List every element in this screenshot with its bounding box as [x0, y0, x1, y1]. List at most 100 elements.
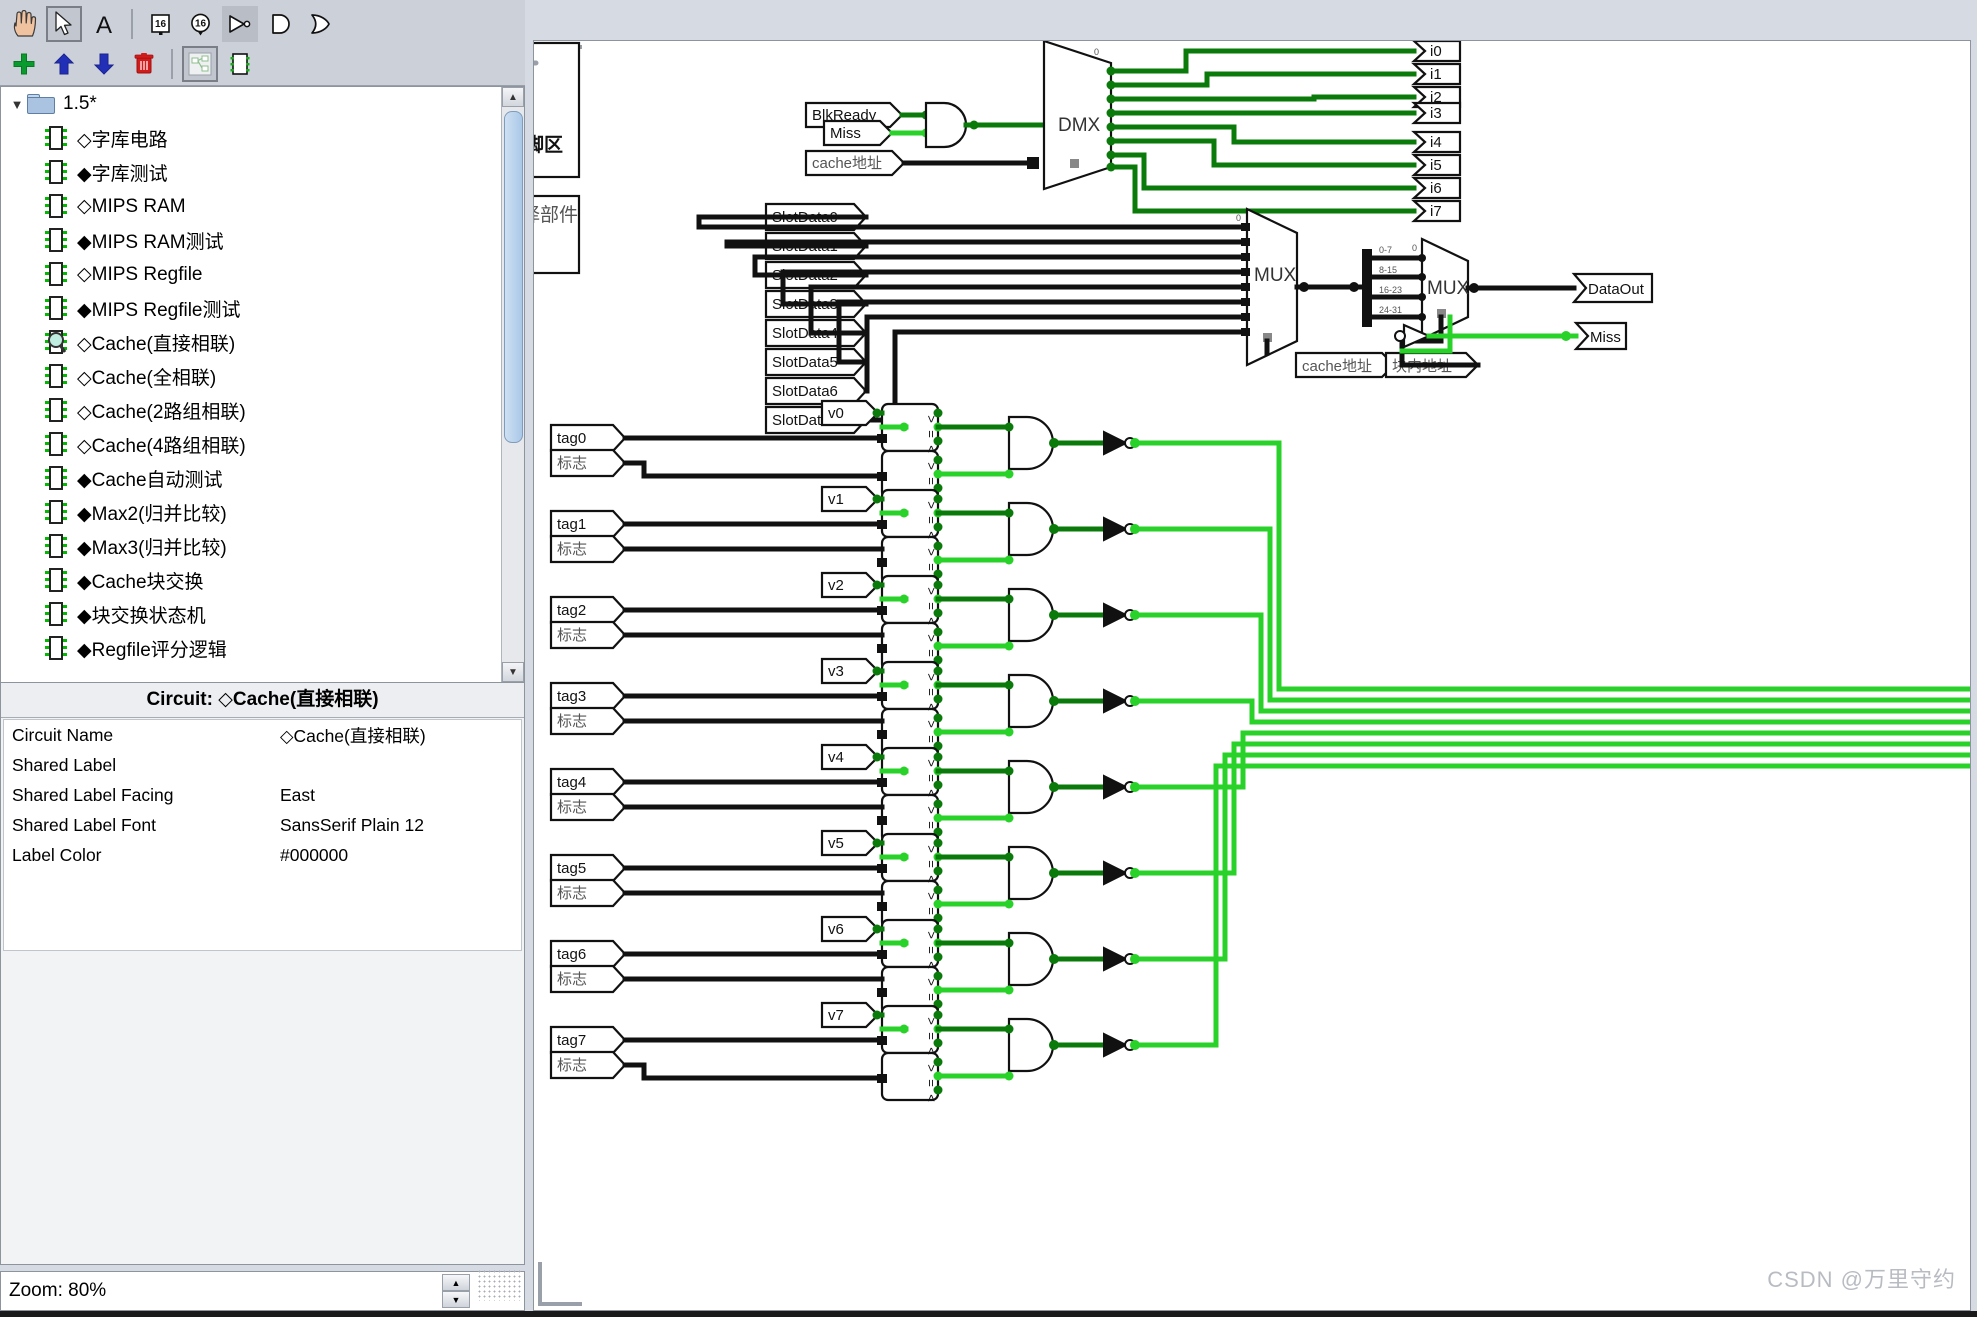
not-gate-tool-button[interactable]: [222, 6, 258, 42]
comparator-row-7[interactable]: v71tag7标志>>==<<: [551, 1003, 1140, 1102]
tree-root-node[interactable]: ▼ 1.5*: [1, 87, 502, 121]
pin-v5[interactable]: v5: [822, 831, 878, 855]
pin-tag7[interactable]: tag7: [551, 1027, 625, 1053]
pin-flag-4[interactable]: 标志: [551, 794, 625, 820]
pin-v0[interactable]: v0: [822, 401, 878, 425]
and-gate-6[interactable]: [1009, 933, 1053, 985]
pin-v6[interactable]: v6: [822, 917, 878, 941]
and-gate-0[interactable]: [1009, 417, 1053, 469]
tree-item[interactable]: ◇Cache(全相联): [1, 359, 502, 393]
tree-item[interactable]: ◆MIPS Regfile测试: [1, 291, 502, 325]
pin-v2[interactable]: v2: [822, 573, 878, 597]
and-gate-4[interactable]: [1009, 761, 1053, 813]
zoom-increase-button[interactable]: ▲: [442, 1274, 470, 1291]
tree-item[interactable]: ◆字库测试: [1, 155, 502, 189]
not-gate-2[interactable]: [1104, 604, 1126, 626]
comparator-lower-7[interactable]: [882, 1053, 938, 1100]
pin-flag-6[interactable]: 标志: [551, 966, 625, 992]
pin-flag-2[interactable]: 标志: [551, 622, 625, 648]
tree-item[interactable]: ◆Cache块交换: [1, 563, 502, 597]
attribute-row[interactable]: Shared Label: [4, 750, 521, 780]
scrollbar-thumb[interactable]: [504, 111, 523, 443]
pin-tag3[interactable]: tag3: [551, 683, 625, 709]
not-gate-3[interactable]: [1104, 690, 1126, 712]
bit-splitter[interactable]: 0-7 8-15 16-23 24-31: [1362, 245, 1422, 327]
pin-tag6[interactable]: tag6: [551, 941, 625, 967]
attribute-row[interactable]: Shared Label FontSansSerif Plain 12: [4, 810, 521, 840]
not-gate-1[interactable]: [1104, 518, 1126, 540]
tree-item[interactable]: ◇MIPS Regfile: [1, 257, 502, 291]
input-pin-tool-button[interactable]: 16: [142, 6, 178, 42]
circuit-diagram[interactable]: .wL{stroke:#0a7a0a;stroke-width:5;fill:n…: [534, 41, 1971, 1311]
move-up-button[interactable]: [46, 46, 82, 82]
pin-cache-addr-top[interactable]: cache地址: [806, 151, 904, 175]
and-gate-top[interactable]: [926, 103, 966, 147]
circuit-canvas[interactable]: .wL{stroke:#0a7a0a;stroke-width:5;fill:n…: [533, 40, 1971, 1311]
not-gate-0[interactable]: [1104, 432, 1126, 454]
scroll-down-button[interactable]: ▼: [502, 662, 524, 682]
not-gate-7[interactable]: [1104, 1034, 1126, 1056]
delete-circuit-button[interactable]: [126, 46, 162, 82]
expand-caret-icon[interactable]: ▼: [7, 97, 27, 112]
tree-item[interactable]: ◆块交换状态机: [1, 597, 502, 631]
and-gate-2[interactable]: [1009, 589, 1053, 641]
attribute-value[interactable]: ◇Cache(直接相联): [280, 723, 521, 748]
pin-cache-addr-mux[interactable]: cache地址: [1296, 353, 1394, 377]
edit-circuit-layout-button[interactable]: [222, 46, 258, 82]
pin-flag-3[interactable]: 标志: [551, 708, 625, 734]
zoom-decrease-button[interactable]: ▼: [442, 1291, 470, 1308]
pin-v7[interactable]: v7: [822, 1003, 878, 1027]
pin-flag-7[interactable]: 标志: [551, 1052, 625, 1078]
resize-grip[interactable]: [477, 1269, 521, 1301]
move-down-button[interactable]: [86, 46, 122, 82]
demux-dmx[interactable]: DMX 0: [1044, 41, 1111, 189]
pin-miss-in[interactable]: Miss: [824, 121, 892, 145]
select-tool-button[interactable]: [46, 6, 82, 42]
tree-item[interactable]: ◇Cache(2路组相联): [1, 393, 502, 427]
hit-mux-section[interactable]: MUX 0 Miss cache地址: [1135, 443, 1971, 1045]
circuit-tree[interactable]: ▼ 1.5* ◇字库电路◆字库测试◇MIPS RAM◆MIPS RAM测试◇MI…: [1, 87, 502, 682]
text-tool-button[interactable]: A: [86, 6, 122, 42]
pin-v1[interactable]: v1: [822, 487, 878, 511]
attribute-row[interactable]: Label Color#000000: [4, 840, 521, 870]
explorer-scrollbar[interactable]: ▲ ▼: [501, 87, 524, 682]
pin-tag4[interactable]: tag4: [551, 769, 625, 795]
add-circuit-button[interactable]: [6, 46, 42, 82]
edit-circuit-appearance-button[interactable]: [182, 46, 218, 82]
tree-item[interactable]: ◇Cache(直接相联): [1, 325, 502, 359]
attribute-row[interactable]: Circuit Name◇Cache(直接相联): [4, 720, 521, 750]
tree-item[interactable]: ◇Cache(4路组相联): [1, 427, 502, 461]
attribute-value[interactable]: #000000: [280, 845, 521, 866]
pin-v3[interactable]: v3: [822, 659, 878, 683]
not-gate-5[interactable]: [1104, 862, 1126, 884]
tree-item[interactable]: ◆Regfile评分逻辑: [1, 631, 502, 665]
pin-flag-0[interactable]: 标志: [551, 450, 625, 476]
attribute-row[interactable]: Shared Label FacingEast: [4, 780, 521, 810]
comparator-rows[interactable]: v01tag0标志>>==<<v11tag1标志>>==<<v21tag2标志>…: [551, 401, 1140, 1102]
scroll-up-button[interactable]: ▲: [502, 87, 524, 107]
attribute-table[interactable]: Circuit Name◇Cache(直接相联)Shared LabelShar…: [3, 719, 522, 951]
comparator-row-5[interactable]: v51tag5标志>>==<<: [551, 831, 1140, 930]
mux-section[interactable]: SlotData0SlotData1SlotData2SlotData3Slot…: [699, 204, 1652, 433]
tree-item[interactable]: ◇MIPS RAM: [1, 189, 502, 223]
not-gate-4[interactable]: [1104, 776, 1126, 798]
not-gate-6[interactable]: [1104, 948, 1126, 970]
pin-flag-5[interactable]: 标志: [551, 880, 625, 906]
output-pin-tool-button[interactable]: 16: [182, 6, 218, 42]
tree-item[interactable]: ◆Max3(归并比较): [1, 529, 502, 563]
and-gate-tool-button[interactable]: [262, 6, 298, 42]
top-demux-section[interactable]: BlkReady Miss cache地址: [806, 41, 1460, 221]
zoom-spinner[interactable]: ▲ ▼: [442, 1274, 470, 1309]
tree-item[interactable]: ◆Cache自动测试: [1, 461, 502, 495]
and-gate-1[interactable]: [1009, 503, 1053, 555]
pin-v4[interactable]: v4: [822, 745, 878, 769]
pin-tag5[interactable]: tag5: [551, 855, 625, 881]
zoom-control[interactable]: Zoom: 80% ▲ ▼: [0, 1271, 525, 1311]
comparator-row-0[interactable]: v01tag0标志>>==<<: [551, 401, 1140, 500]
pin-tag2[interactable]: tag2: [551, 597, 625, 623]
pin-tag1[interactable]: tag1: [551, 511, 625, 537]
explorer-panel[interactable]: ▼ 1.5* ◇字库电路◆字库测试◇MIPS RAM◆MIPS RAM测试◇MI…: [0, 86, 525, 683]
comparator-row-3[interactable]: v31tag3标志>>==<<: [551, 659, 1140, 758]
tree-item[interactable]: ◆Max2(归并比较): [1, 495, 502, 529]
poke-tool-button[interactable]: [6, 6, 42, 42]
